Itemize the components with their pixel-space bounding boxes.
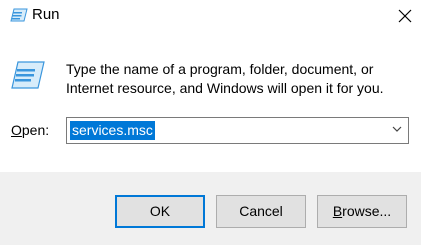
button-bar: OK Cancel Browse...: [0, 172, 421, 245]
open-label: Open:: [11, 122, 50, 138]
title-bar[interactable]: Run: [0, 0, 421, 32]
run-icon: [10, 60, 46, 90]
run-icon: [10, 7, 28, 23]
open-combobox[interactable]: services.msc: [66, 117, 409, 144]
dialog-body: Type the name of a program, folder, docu…: [0, 32, 421, 172]
ok-button[interactable]: OK: [115, 195, 205, 228]
close-button[interactable]: [388, 0, 421, 32]
open-input-value[interactable]: services.msc: [70, 121, 155, 140]
cancel-button[interactable]: Cancel: [216, 195, 306, 228]
window-title: Run: [32, 6, 60, 23]
browse-button[interactable]: Browse...: [317, 195, 407, 228]
description-text: Type the name of a program, folder, docu…: [66, 61, 384, 96]
chevron-down-icon[interactable]: [392, 126, 402, 133]
close-icon: [398, 9, 412, 23]
